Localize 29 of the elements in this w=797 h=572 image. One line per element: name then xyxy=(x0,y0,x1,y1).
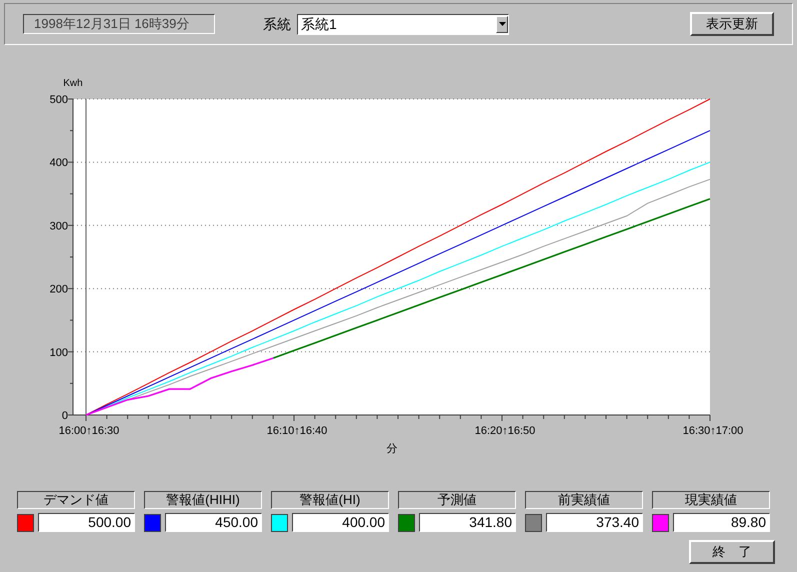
system-label: 系統 xyxy=(263,14,291,34)
y-tick-label: 100 xyxy=(50,346,68,359)
x-axis-title: 分 xyxy=(386,443,398,455)
y-tick-label: 0 xyxy=(62,410,68,422)
y-tick-label: 400 xyxy=(50,157,68,170)
system-select[interactable]: 系統1 xyxy=(297,14,509,34)
legend-header: デマンド値 xyxy=(17,491,135,509)
legend-header: 警報値(HIHI) xyxy=(144,491,262,509)
datetime-display: 1998年12月31日 16時39分 xyxy=(23,14,215,34)
legend-header: 前実績値 xyxy=(525,491,643,509)
legend-header: 現実績値 xyxy=(652,491,770,509)
value-field: 89.80 xyxy=(673,513,770,532)
y-tick-label: 500 xyxy=(50,94,68,106)
value-field: 373.40 xyxy=(546,513,643,532)
legend-header: 予測値 xyxy=(398,491,516,509)
y-tick-label: 300 xyxy=(50,220,68,232)
y-tick-label: 200 xyxy=(50,284,68,296)
value-field: 500.00 xyxy=(38,513,135,532)
x-tick-label: 16:20↑16:50 xyxy=(474,425,536,437)
refresh-button[interactable]: 表示更新 xyxy=(690,12,774,36)
value-field: 400.00 xyxy=(292,513,389,532)
exit-button[interactable]: 終 了 xyxy=(689,540,775,564)
x-tick-label: 16:00↑16:30 xyxy=(58,425,120,437)
x-tick-label: 16:30↑17:00 xyxy=(682,425,744,437)
legend-header: 警報値(HI) xyxy=(271,491,389,509)
x-tick-label: 16:10↑16:40 xyxy=(266,425,328,437)
y-axis-title: Kwh xyxy=(63,78,83,89)
value-field: 341.80 xyxy=(419,513,516,532)
value-field: 450.00 xyxy=(165,513,262,532)
